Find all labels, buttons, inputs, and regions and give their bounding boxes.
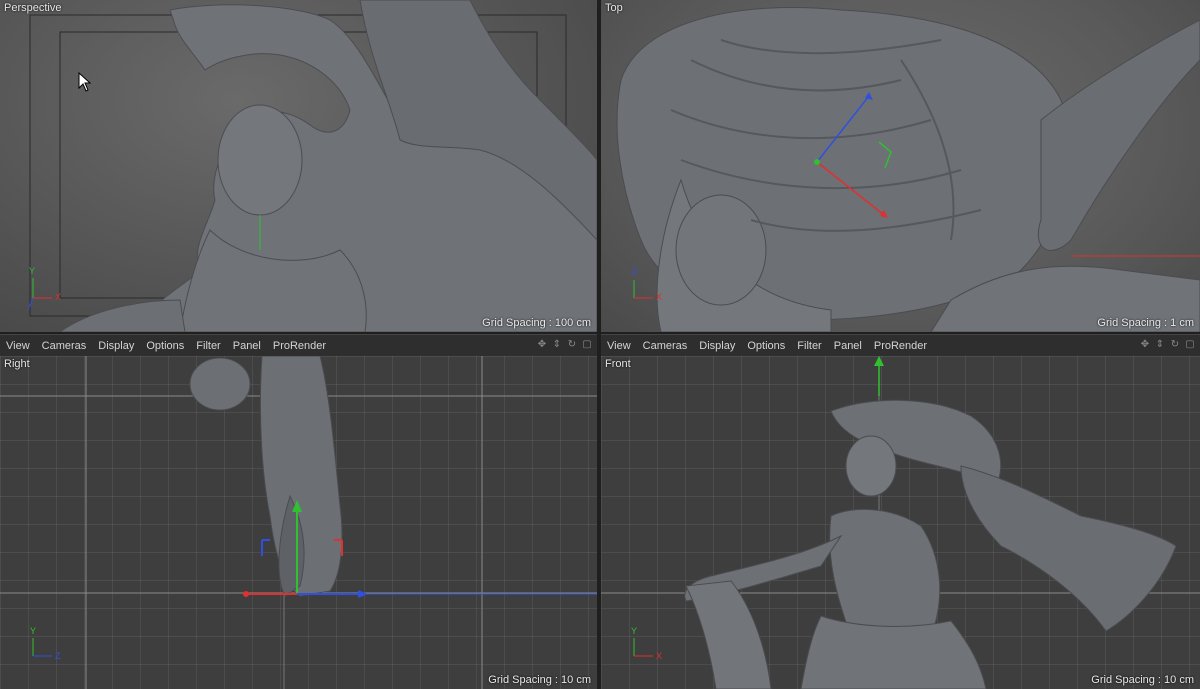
menu-cameras[interactable]: Cameras [36,335,93,357]
axis-gizmo [633,638,653,657]
viewport-title: Front [605,358,631,370]
grid-spacing-label: Grid Spacing : 1 cm [1097,317,1194,329]
gizmo-x-label: X [55,292,62,302]
zoom-icon[interactable]: ⇕ [551,339,563,351]
top-scene [616,7,1200,332]
maximize-icon[interactable]: ▢ [1184,339,1196,351]
hair-model [616,7,1200,332]
mouse-cursor-icon [78,72,92,92]
gizmo-y-label: Y [29,266,36,276]
viewport-top[interactable]: Top Z X Grid Spacing : 1 cm [601,0,1200,332]
transform-gizmo[interactable] [874,356,884,396]
menubar-right-view: View Cameras Display Options Filter Pane… [0,334,597,358]
viewport-perspective[interactable]: Perspective Y X Grid Spacing : 100 cm [0,0,597,332]
grid-spacing-label: Grid Spacing : 100 cm [482,317,591,329]
right-scene [0,356,597,689]
gizmo-y-label: Y [30,626,37,636]
menu-cameras[interactable]: Cameras [637,335,694,357]
menu-prorender[interactable]: ProRender [868,335,933,357]
menu-prorender[interactable]: ProRender [267,335,332,357]
viewport-title: Top [605,2,623,14]
menu-filter[interactable]: Filter [791,335,827,357]
viewport-controls: ✥ ⇕ ↻ ▢ [536,339,593,351]
menu-filter[interactable]: Filter [190,335,226,357]
menu-view[interactable]: View [601,335,637,357]
menu-display[interactable]: Display [693,335,741,357]
menu-panel[interactable]: Panel [227,335,267,357]
viewport-right[interactable]: Right Y Z Grid Spacing : 10 cm [0,356,597,689]
front-scene [601,356,1200,689]
grid-spacing-label: Grid Spacing : 10 cm [488,674,591,686]
axis-gizmo [27,278,52,311]
axis-gizmo [633,280,653,299]
gizmo-y-label: Y [631,626,638,636]
rotate-icon[interactable]: ↻ [566,339,578,351]
statue-model [59,0,597,332]
viewport-controls: ✥ ⇕ ↻ ▢ [1139,339,1196,351]
menu-options[interactable]: Options [741,335,791,357]
axis-gizmo [32,638,52,657]
viewport-title: Perspective [4,2,62,14]
transform-gizmo[interactable] [243,500,597,598]
rotate-icon[interactable]: ↻ [1169,339,1181,351]
gizmo-x-label: X [656,292,663,302]
move-icon[interactable]: ✥ [536,339,548,351]
statue-model [189,356,343,597]
gizmo-z-label: Z [55,651,61,661]
viewport-title: Right [4,358,30,370]
gizmo-x-label: X [656,651,663,661]
statue-model [684,399,1177,689]
menu-view[interactable]: View [0,335,36,357]
menu-options[interactable]: Options [140,335,190,357]
grid-spacing-label: Grid Spacing : 10 cm [1091,674,1194,686]
maximize-icon[interactable]: ▢ [581,339,593,351]
menu-display[interactable]: Display [92,335,140,357]
menu-panel[interactable]: Panel [828,335,868,357]
viewport-front[interactable]: Front Y X Grid Spacing : 10 cm [601,356,1200,689]
menubar-front-view: View Cameras Display Options Filter Pane… [601,334,1200,358]
zoom-icon[interactable]: ⇕ [1154,339,1166,351]
perspective-scene [27,0,597,332]
gizmo-z-label: Z [632,266,638,276]
move-icon[interactable]: ✥ [1139,339,1151,351]
